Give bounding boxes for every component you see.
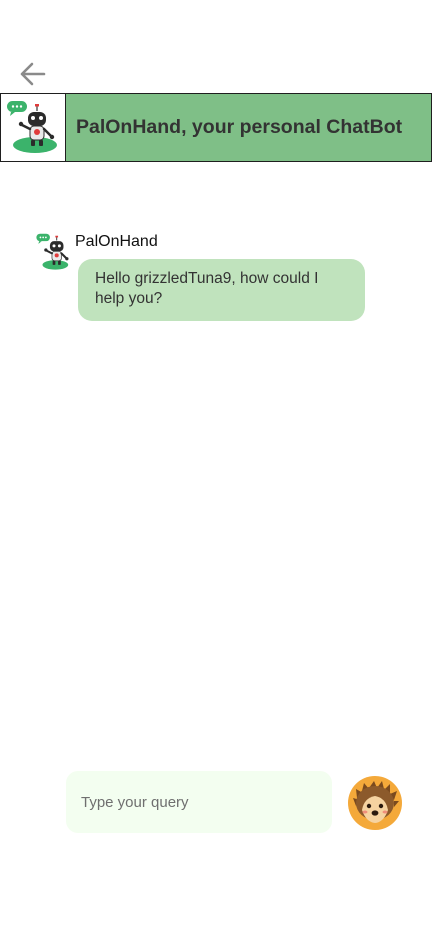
message-sender-name: PalOnHand [75,233,158,250]
hedgehog-avatar-icon [348,776,402,830]
header-bot-logo [1,94,66,161]
header-title-area: PalOnHand, your personal ChatBot [66,94,431,161]
chat-header: PalOnHand, your personal ChatBot [0,93,432,162]
bot-message-avatar [34,231,74,273]
query-input[interactable] [66,771,332,833]
back-arrow-icon [20,62,46,86]
bot-message-bubble: Hello grizzledTuna9, how could I help yo… [78,259,365,321]
user-avatar[interactable] [348,776,402,830]
chat-screen: PalOnHand, your personal ChatBot PalOnHa [0,0,432,932]
back-button[interactable] [14,58,50,90]
robot-avatar-icon [7,100,57,153]
robot-avatar-icon [36,233,69,270]
page-title: PalOnHand, your personal ChatBot [76,116,403,138]
